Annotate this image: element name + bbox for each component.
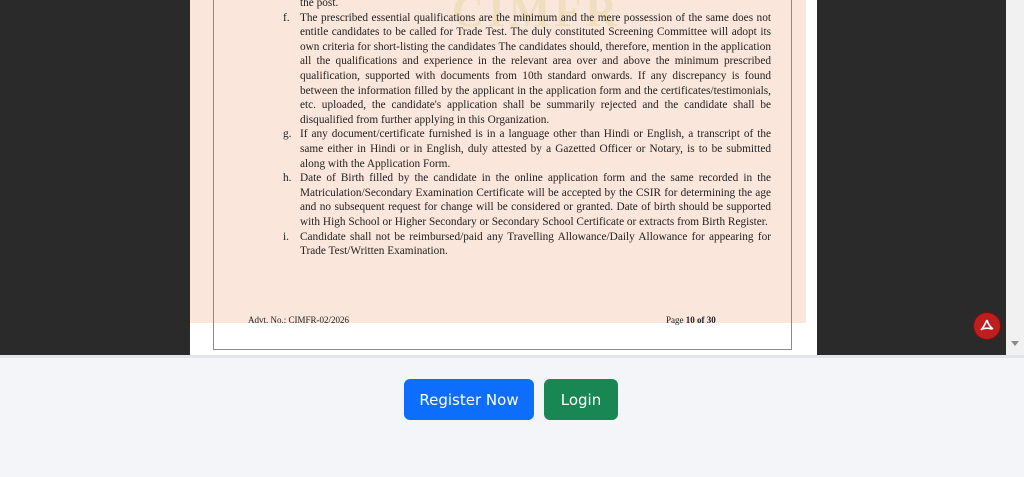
- footer-page-number: Page 10 of 30: [666, 315, 716, 325]
- pdf-page: CIMFR the post. f. The prescribed essent…: [190, 0, 817, 355]
- list-marker: h.: [283, 172, 292, 185]
- footer-advt-number: Advt. No.: CIMFR-02/2026: [248, 315, 350, 325]
- section-divider: [0, 355, 1024, 358]
- list-item-g: g. If any document/certificate furnished…: [283, 127, 771, 171]
- page-current: 10: [685, 315, 695, 325]
- intro-text: the post.: [300, 0, 339, 9]
- adobe-pdf-icon[interactable]: [974, 313, 1000, 339]
- list-item-i: i. Candidate shall not be reimbursed/pai…: [283, 230, 771, 259]
- page-total: 30: [706, 315, 716, 325]
- page-word: Page: [666, 315, 684, 325]
- intro-line: the post.: [283, 0, 771, 11]
- vertical-scrollbar[interactable]: [1006, 0, 1024, 355]
- register-now-button[interactable]: Register Now: [404, 379, 534, 420]
- page-of: of: [697, 315, 705, 325]
- pdf-viewer[interactable]: CIMFR the post. f. The prescribed essent…: [0, 0, 1024, 355]
- scroll-down-arrow-icon[interactable]: [1011, 341, 1019, 346]
- list-item-text: Date of Birth filled by the candidate in…: [300, 172, 771, 228]
- list-marker: f.: [283, 11, 290, 24]
- pdf-glyph-icon: [980, 319, 994, 331]
- list-item-h: h. Date of Birth filled by the candidate…: [283, 171, 771, 229]
- list-item-text: If any document/certificate furnished is…: [300, 128, 771, 170]
- document-body: the post. f. The prescribed essential qu…: [283, 0, 771, 259]
- list-marker: g.: [283, 128, 292, 141]
- list-marker: i.: [283, 230, 289, 243]
- login-button[interactable]: Login: [544, 379, 618, 420]
- list-item-f: f. The prescribed essential qualificatio…: [283, 11, 771, 128]
- list-item-text: Candidate shall not be reimbursed/paid a…: [300, 230, 771, 258]
- list-item-text: The prescribed essential qualifications …: [300, 11, 771, 126]
